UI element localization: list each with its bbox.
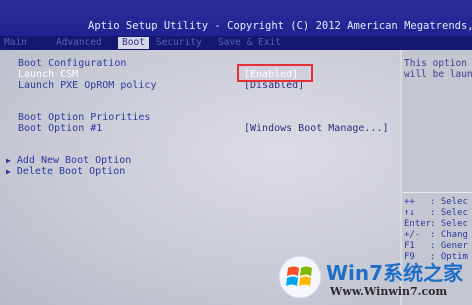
- triangle-right-icon: ▶: [6, 167, 11, 176]
- key-hint-1: ++ : Selec: [404, 197, 468, 208]
- key-hint-desc: : Selec: [430, 219, 468, 229]
- delete-boot-option-item[interactable]: ▶ Delete Boot Option: [6, 166, 125, 178]
- key-hint-key: F1: [404, 241, 415, 251]
- tab-save-exit[interactable]: Save & Exit: [218, 37, 281, 49]
- key-hint-desc: : Selec: [430, 208, 468, 218]
- tab-boot[interactable]: Boot: [118, 37, 149, 49]
- windows-logo-icon: [278, 255, 322, 299]
- title-text: Aptio Setup Utility - Copyright (C) 2012…: [88, 20, 472, 32]
- key-hint-4: +/- : Chang: [404, 230, 468, 241]
- help-line-2: will be laun: [404, 69, 472, 80]
- key-hint-desc: : Selec: [430, 197, 468, 207]
- site-watermark: Win7系统之家 Www.Winwin7.com: [278, 255, 472, 305]
- watermark-url: Www.Winwin7.com: [330, 285, 448, 298]
- boot-option-1-value[interactable]: [Windows Boot Manage...]: [244, 123, 389, 135]
- delete-boot-option-label: Delete Boot Option: [16, 166, 126, 177]
- boot-option-1-label[interactable]: Boot Option #1: [18, 123, 102, 135]
- watermark-title: Win7系统之家: [326, 261, 464, 285]
- highlight-annotation: [237, 64, 313, 82]
- key-hint-5: F1 : Gener: [404, 241, 468, 252]
- triangle-right-icon: ▶: [6, 156, 11, 165]
- key-hint-2: ↑↓ : Selec: [404, 208, 468, 219]
- tab-security[interactable]: Security: [156, 37, 202, 49]
- key-hint-key: ↑↓: [404, 208, 415, 218]
- help-divider: [402, 192, 472, 193]
- key-hint-3: Enter : Selec: [404, 219, 468, 230]
- title-bar: Aptio Setup Utility - Copyright (C) 2012…: [0, 0, 472, 36]
- key-hint-key: ++: [404, 197, 415, 207]
- bios-screen: Aptio Setup Utility - Copyright (C) 2012…: [0, 0, 472, 305]
- key-hint-key: Enter: [404, 219, 432, 229]
- tab-advanced[interactable]: Advanced: [56, 37, 102, 49]
- help-line-1: This option: [404, 58, 467, 69]
- key-hint-desc: : Chang: [430, 230, 468, 240]
- key-hint-key: +/-: [404, 230, 421, 240]
- key-hint-desc: : Gener: [430, 241, 468, 251]
- tab-main[interactable]: Main: [4, 37, 27, 49]
- tab-bar: Main Advanced Boot Security Save & Exit: [0, 36, 472, 50]
- add-boot-option-label: Add New Boot Option: [16, 155, 132, 166]
- launch-pxe-label[interactable]: Launch PXE OpROM policy: [18, 80, 156, 92]
